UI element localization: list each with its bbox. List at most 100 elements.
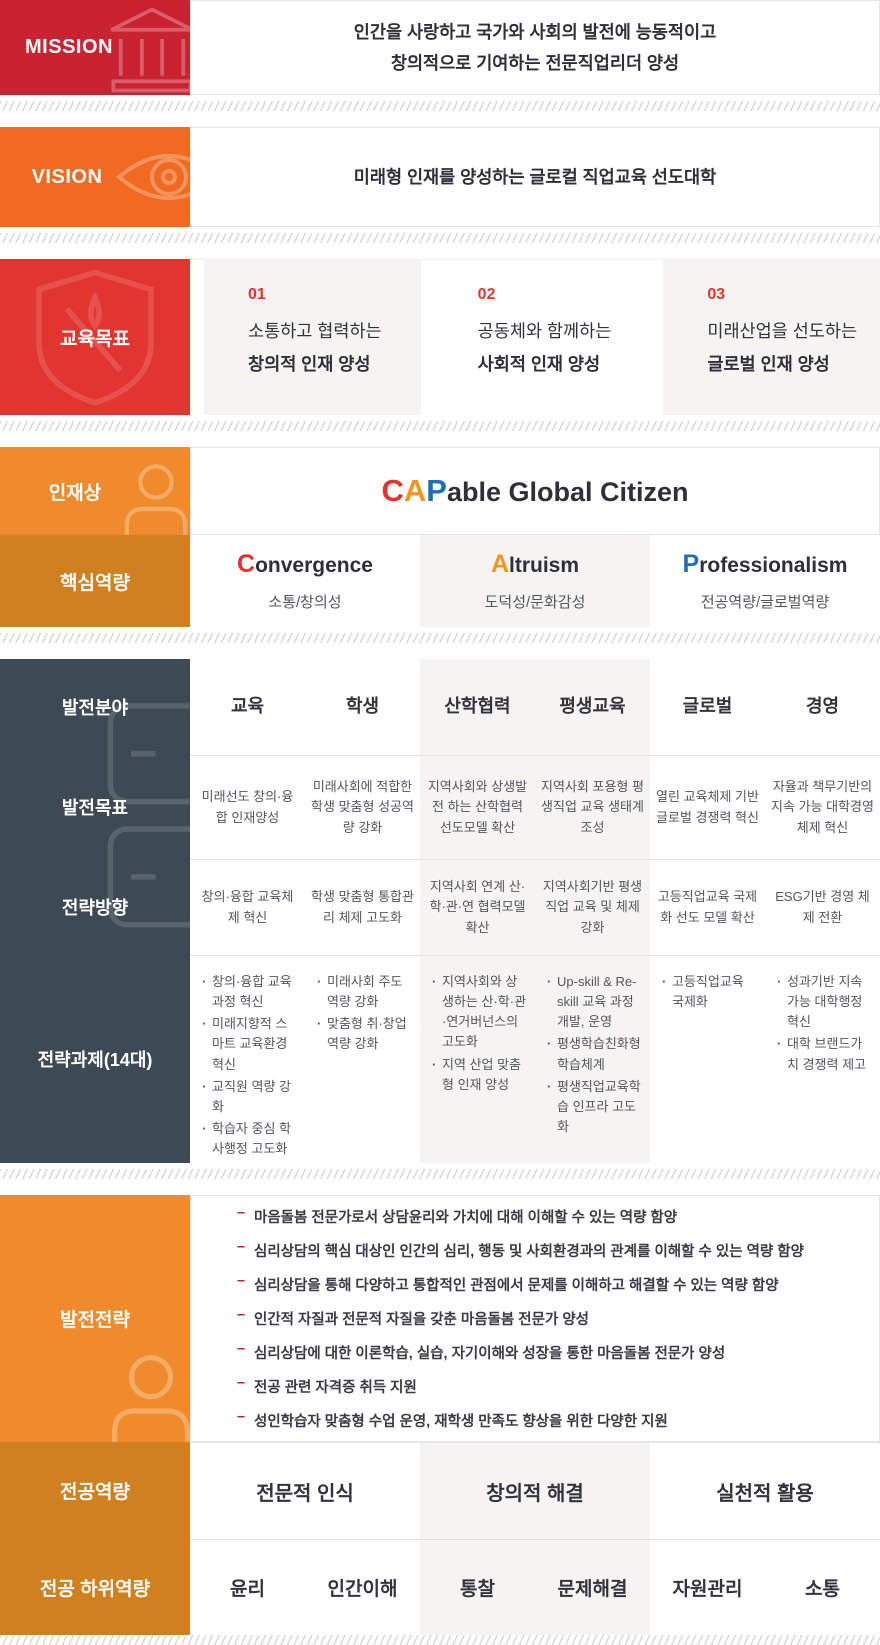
goal-line1: 미래산업을 선도하는 [707,318,880,343]
mission-section: MISSION 인간을 사랑하고 국가와 사회의 발전에 능동적이고 창의적으로… [0,0,880,95]
major-competency-content: 전문적 인식 창의적 해결 실천적 활용 [190,1442,880,1539]
field-cell: 경영 [765,659,880,755]
person-icon [104,457,190,535]
direction-cell: 고등직업교육 국제화 선도 모델 확산 [650,859,765,955]
mission-content: 인간을 사랑하고 국가와 사회의 발전에 능동적이고 창의적으로 기여하는 전문… [190,0,880,95]
task-item: 교직원 역량 강화 [202,1077,297,1117]
mission-statement: 인간을 사랑하고 국가와 사회의 발전에 능동적이고 창의적으로 기여하는 전문… [354,17,716,78]
core-desc: 전공역량/글로벌역량 [701,591,829,612]
sub-item: 통찰 [420,1540,535,1635]
talent-headline: CAPable Global Citizen [381,473,688,509]
field-cell: 평생교육 [535,659,650,755]
strategy-bullet: 심리상담에 대한 이론학습, 실습, 자기이해와 성장을 통한 마음돌봄 전문가… [237,1342,869,1363]
field-cell: 교육 [190,659,305,755]
task-cell: 지역사회와 상생하는 산·학·관·연거버넌스의 고도화 지역 산업 맞춤형 인재… [420,955,535,1163]
core-competency-section: 핵심역량 Convergence 소통/창의성 Altruism 도덕성/문화감… [0,535,880,627]
task-item: 성과기반 지속가능 대학행정 혁신 [777,972,872,1032]
task-item: Up-skill & Re-skill 교육 과정 개발, 운영 [547,972,642,1032]
bank-icon [106,4,190,95]
sub-item: 인간이해 [305,1540,420,1635]
edu-goals-label: 교육목표 [60,324,130,351]
major-sub-competency-content: 윤리 인간이해 통찰 문제해결 자원관리 소통 [190,1539,880,1635]
row-label-text: 전략과제(14대) [38,1046,153,1072]
goal-line2: 사회적 인재 양성 [478,351,651,376]
goal-cell: 열린 교육체제 기반 글로벌 경쟁력 혁신 [650,755,765,859]
mission-line2: 창의적으로 기여하는 전문직업리더 양성 [391,53,679,73]
goal-line2: 창의적 인재 양성 [248,351,421,376]
talent-label-block: 인재상 [0,447,190,535]
section-divider [0,1635,880,1645]
row-label-text: 발전목표 [62,794,128,820]
core-item-convergence: Convergence 소통/창의성 [190,535,420,627]
mission-label-block: MISSION [0,0,190,95]
talent-content: CAPable Global Citizen [190,447,880,535]
major-competency-label: 전공역량 [60,1477,130,1504]
cap-rest: able Global Citizen [447,477,689,507]
direction-cell: 학생 맞춤형 통합관리 체제 고도화 [305,859,420,955]
core-rest: rofessionalism [699,554,847,577]
goal-cell: 미래선도 창의·융합 인재양성 [190,755,305,859]
dev-strategy-content: 마음돌봄 전문가로서 상담윤리와 가치에 대해 이해할 수 있는 역량 함양 심… [190,1195,880,1442]
goal-cell: 자율과 책무기반의 지속 가능 대학경영 체제 혁신 [765,755,880,859]
talent-label: 인재상 [49,478,101,505]
cap-letter-c: C [381,473,403,508]
goal-line1: 소통하고 협력하는 [248,318,421,343]
goal-line2: 글로벌 인재 양성 [707,351,880,376]
direction-cell: 지역사회 연계 산·학·관·연 협력모델 확산 [420,859,535,955]
talent-section: 인재상 CAPable Global Citizen [0,447,880,535]
strategy-bullet: 마음돌봄 전문가로서 상담윤리와 가치에 대해 이해할 수 있는 역량 함양 [237,1206,869,1227]
task-item: 창의·융합 교육과정 혁신 [202,972,297,1012]
core-competency-content: Convergence 소통/창의성 Altruism 도덕성/문화감성 Pro… [190,535,880,627]
major-sub-competency-label-block: 전공 하위역량 [0,1539,190,1635]
row-label-text: 발전분야 [62,694,128,720]
core-initial: A [491,550,509,578]
edu-goal-item-2: 02 공동체와 함께하는 사회적 인재 양성 [434,260,651,415]
dev-strategy-label-block: 발전전략 [0,1195,190,1442]
task-item: 고등직업교육 국제화 [662,972,757,1012]
cap-letter-a: A [404,473,426,508]
sub-item: 윤리 [190,1540,305,1635]
section-divider [0,1169,880,1179]
core-word: Convergence [237,550,373,579]
sub-item: 문제해결 [535,1540,650,1635]
major-item: 전문적 인식 [190,1443,420,1539]
development-fields-row: 발전분야 교육 학생 산학협력 평생교육 글로벌 경영 [0,659,880,755]
task-cell: Up-skill & Re-skill 교육 과정 개발, 운영 평생학습친화형… [535,955,650,1163]
development-row-label: 발전목표 [0,755,190,859]
core-rest: ltruism [509,554,579,577]
core-desc: 도덕성/문화감성 [485,591,586,612]
edu-goals-content: 01 소통하고 협력하는 창의적 인재 양성 02 공동체와 함께하는 사회적 … [190,259,880,415]
mission-line1: 인간을 사랑하고 국가와 사회의 발전에 능동적이고 [354,22,716,42]
sub-item: 자원관리 [650,1540,765,1635]
mission-label: MISSION [25,36,113,59]
eye-icon [114,133,190,221]
vision-section: VISION 미래형 인재를 양성하는 글로컬 직업교육 선도대학 [0,127,880,227]
task-cell: 창의·융합 교육과정 혁신 미래지향적 스마트 교육환경 혁신 교직원 역량 강… [190,955,305,1163]
section-divider [0,633,880,643]
task-cell: 미래사회 주도역량 강화 맞춤형 취·창업 역량 강화 [305,955,420,1163]
strategy-bullet: 인간적 자질과 전문적 자질을 갖춘 마음돌봄 전문가 양성 [237,1308,869,1329]
core-item-professionalism: Professionalism 전공역량/글로벌역량 [650,535,880,627]
section-divider [0,421,880,431]
major-sub-competency-label: 전공 하위역량 [40,1574,150,1601]
core-competency-label-block: 핵심역량 [0,535,190,627]
core-rest: onvergence [255,554,373,577]
major-competency-label-block: 전공역량 [0,1442,190,1539]
task-cell: 성과기반 지속가능 대학행정 혁신 대학 브랜드가치 경쟁력 제고 [765,955,880,1163]
task-item: 대학 브랜드가치 경쟁력 제고 [777,1034,872,1074]
major-sub-competency-section: 전공 하위역량 윤리 인간이해 통찰 문제해결 자원관리 소통 [0,1539,880,1635]
strategy-bullet: 심리상담의 핵심 대상인 인간의 심리, 행동 및 사회환경과의 관계를 이해할… [237,1240,869,1261]
task-item: 학습자 중심 학사행정 고도화 [202,1119,297,1159]
task-item: 평생직업교육학습 인프라 고도화 [547,1077,642,1137]
core-initial: C [237,550,255,578]
development-tasks-row: 전략과제(14대) 창의·융합 교육과정 혁신 미래지향적 스마트 교육환경 혁… [0,955,880,1163]
field-cell: 글로벌 [650,659,765,755]
cap-letter-p: P [426,473,447,508]
vision-label-block: VISION [0,127,190,227]
sub-item: 소통 [765,1540,880,1635]
core-desc: 소통/창의성 [268,591,341,612]
goal-cell: 미래사회에 적합한 학생 맞춤형 성공역량 강화 [305,755,420,859]
goal-number: 03 [707,286,880,304]
infographic-page: MISSION 인간을 사랑하고 국가와 사회의 발전에 능동적이고 창의적으로… [0,0,880,1645]
task-item: 평생학습친화형 학습체계 [547,1034,642,1074]
